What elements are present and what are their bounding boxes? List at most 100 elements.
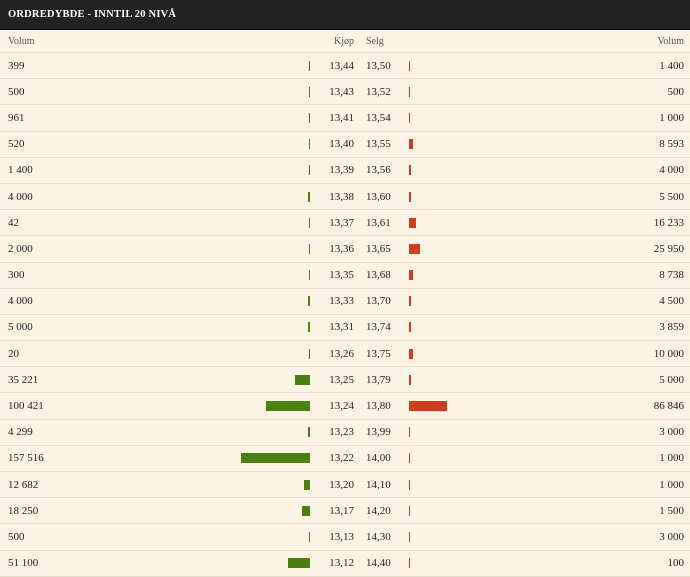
buy-bar-cell	[210, 158, 310, 183]
order-row: 12 682 13,20 14,10 1 000	[0, 472, 690, 499]
buy-bar-cell	[210, 551, 310, 576]
sell-price: 13,68	[366, 269, 391, 282]
sell-volume: 4 500	[659, 295, 684, 308]
buy-price: 13,36	[329, 242, 354, 255]
buy-bar-cell	[210, 289, 310, 314]
sell-volume-bar	[409, 60, 410, 71]
sell-volume: 1 500	[659, 504, 684, 517]
order-depth-panel: ORDREDYBDE - INNTIL 20 NIVÅ Volum Kjøp S…	[0, 0, 690, 577]
buy-volume: 20	[8, 347, 19, 360]
sell-volume-bar	[409, 296, 411, 307]
buy-volume-bar	[304, 479, 310, 490]
sell-volume: 86 846	[653, 400, 684, 413]
buy-volume: 300	[8, 269, 25, 282]
sell-volume-bar	[409, 505, 410, 516]
sell-price: 13,79	[366, 373, 391, 386]
sell-price: 13,80	[366, 400, 391, 413]
sell-price: 14,30	[366, 530, 391, 543]
buy-volume-bar	[309, 243, 310, 254]
buy-volume-bar	[241, 453, 310, 464]
sell-price: 13,99	[366, 426, 391, 439]
buy-price: 13,17	[329, 504, 354, 517]
order-row: 1 400 13,39 13,56 4 000	[0, 158, 690, 184]
sell-bar-cell	[409, 184, 509, 209]
buy-volume: 1 400	[8, 164, 33, 177]
buy-bar-cell	[210, 79, 310, 104]
sell-volume-bar	[409, 453, 410, 464]
order-row: 5 000 13,31 13,74 3 859	[0, 315, 690, 342]
sell-bar-cell	[409, 393, 509, 418]
sell-volume: 8 593	[659, 138, 684, 151]
header-sell-price: Selg	[366, 35, 384, 47]
header-sell-volume: Volum	[657, 35, 685, 47]
sell-volume-bar	[409, 401, 447, 412]
buy-volume-bar	[309, 270, 310, 281]
buy-price: 13,38	[329, 190, 354, 203]
sell-price: 14,40	[366, 557, 391, 570]
sell-volume: 100	[667, 557, 685, 570]
sell-volume-bar	[409, 374, 411, 385]
sell-volume: 8 738	[659, 269, 684, 282]
buy-price: 13,40	[329, 138, 354, 151]
column-header-row: Volum Kjøp Selg Volum	[0, 30, 690, 53]
buy-volume-bar	[295, 374, 310, 385]
sell-volume: 1 000	[659, 478, 684, 491]
order-row: 4 299 13,23 13,99 3 000	[0, 420, 690, 446]
buy-bar-cell	[210, 263, 310, 288]
buy-volume-bar	[309, 531, 310, 542]
buy-bar-cell	[210, 420, 310, 445]
buy-price: 13,43	[329, 85, 354, 98]
sell-volume-bar	[409, 270, 413, 281]
sell-bar-cell	[409, 498, 509, 523]
sell-price: 13,75	[366, 347, 391, 360]
sell-volume-bar	[409, 348, 413, 359]
sell-volume: 3 000	[659, 426, 684, 439]
sell-bar-cell	[409, 53, 509, 78]
sell-volume: 5 000	[659, 373, 684, 386]
buy-volume-bar	[308, 322, 310, 333]
buy-volume: 157 516	[8, 452, 44, 465]
sell-volume-bar	[409, 112, 410, 123]
sell-price: 13,50	[366, 59, 391, 72]
buy-volume-bar	[266, 401, 310, 412]
buy-volume: 961	[8, 111, 25, 124]
sell-price: 13,55	[366, 138, 391, 151]
buy-price: 13,24	[329, 400, 354, 413]
order-row: 500 13,43 13,52 500	[0, 79, 690, 106]
sell-price: 13,70	[366, 295, 391, 308]
buy-volume: 500	[8, 85, 25, 98]
panel-title: ORDREDYBDE - INNTIL 20 NIVÅ	[0, 0, 690, 30]
sell-price: 14,20	[366, 504, 391, 517]
sell-volume: 3 000	[659, 530, 684, 543]
order-row: 4 000 13,33 13,70 4 500	[0, 289, 690, 315]
buy-volume: 4 000	[8, 190, 33, 203]
sell-volume: 10 000	[653, 347, 684, 360]
sell-volume-bar	[409, 531, 410, 542]
sell-volume-bar	[409, 86, 410, 97]
buy-price: 13,23	[329, 426, 354, 439]
order-row: 18 250 13,17 14,20 1 500	[0, 498, 690, 525]
order-row: 42 13,37 13,61 16 233	[0, 210, 690, 237]
order-row: 500 13,13 14,30 3 000	[0, 524, 690, 551]
buy-bar-cell	[210, 498, 310, 523]
sell-price: 13,61	[366, 216, 391, 229]
sell-bar-cell	[409, 420, 509, 445]
buy-volume-bar	[288, 558, 310, 569]
sell-price: 13,56	[366, 164, 391, 177]
buy-bar-cell	[210, 315, 310, 340]
buy-price: 13,35	[329, 269, 354, 282]
sell-bar-cell	[409, 315, 509, 340]
buy-volume-bar	[309, 217, 310, 228]
sell-volume-bar	[409, 243, 420, 254]
sell-volume: 1 000	[659, 111, 684, 124]
sell-volume: 3 859	[659, 321, 684, 334]
buy-bar-cell	[210, 524, 310, 549]
buy-volume-bar	[308, 296, 310, 307]
sell-volume: 1 400	[659, 59, 684, 72]
buy-volume-bar	[309, 348, 310, 359]
order-row: 157 516 13,22 14,00 1 000	[0, 446, 690, 472]
buy-volume-bar	[309, 86, 310, 97]
sell-volume-bar	[409, 322, 411, 333]
buy-bar-cell	[210, 105, 310, 130]
buy-price: 13,20	[329, 478, 354, 491]
